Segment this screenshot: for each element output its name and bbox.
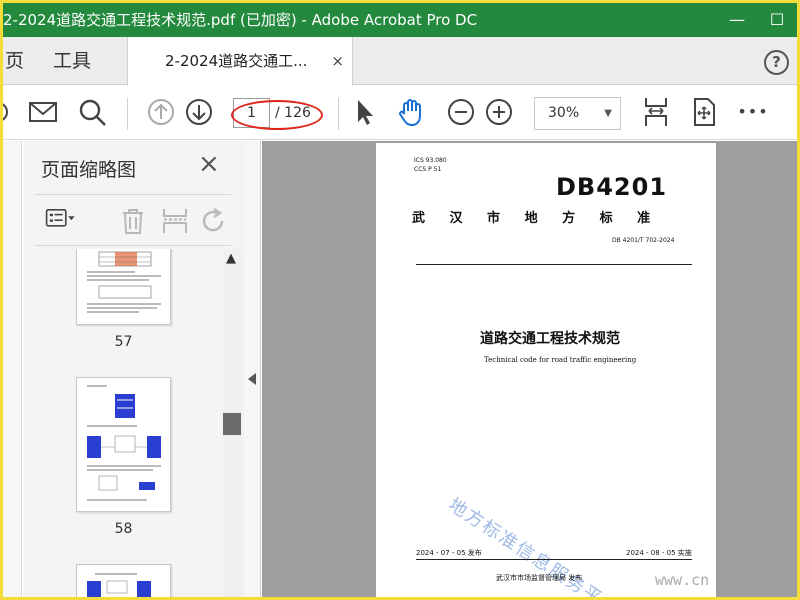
more-tools-button[interactable]: ••• bbox=[736, 95, 770, 129]
search-icon[interactable] bbox=[75, 95, 109, 129]
thumbnail-scrollbar[interactable]: ▲ bbox=[223, 249, 243, 597]
zoom-select[interactable]: 30% ▼ bbox=[534, 97, 621, 130]
toolbar: 1 / 126 30% ▼ ••• bbox=[3, 86, 797, 140]
extract-pages-icon[interactable] bbox=[159, 205, 191, 237]
chevron-left-icon bbox=[248, 373, 256, 385]
navigation-strip bbox=[3, 141, 22, 597]
thumbnail-panel: 页面缩略图 × 57 58 ▲ bbox=[23, 141, 245, 597]
header-rule bbox=[416, 264, 692, 265]
window-title: 2-2024道路交通工程技术规范.pdf (已加密) - Adobe Acrob… bbox=[3, 11, 478, 29]
issuer: 武汉市市场监督管理局 发布 bbox=[496, 574, 583, 582]
scrollbar-thumb[interactable] bbox=[223, 413, 241, 435]
thumbnail-page-number: 57 bbox=[114, 334, 133, 350]
title-chinese: 道路交通工程技术规范 bbox=[480, 331, 620, 347]
document-viewer[interactable]: ICS 93.080 CCS P 51 DB4201 武 汉 市 地 方 标 准… bbox=[262, 141, 797, 597]
select-cursor-icon[interactable] bbox=[347, 95, 381, 129]
standard-number: DB 4201/T 702-2024 bbox=[612, 237, 675, 244]
pdf-page: ICS 93.080 CCS P 51 DB4201 武 汉 市 地 方 标 准… bbox=[376, 143, 716, 597]
full-screen-icon[interactable] bbox=[687, 95, 721, 129]
minimize-button[interactable]: — bbox=[717, 3, 757, 37]
implementation-date: 2024 - 08 - 05 实施 bbox=[626, 549, 692, 557]
fit-width-icon[interactable] bbox=[639, 95, 673, 129]
partial-icon[interactable] bbox=[3, 95, 15, 129]
acrobat-window: 2-2024道路交通工程技术规范.pdf (已加密) - Adobe Acrob… bbox=[3, 3, 797, 597]
footer-rule bbox=[416, 559, 692, 560]
zoom-out-icon[interactable] bbox=[444, 95, 478, 129]
thumbnail-page[interactable] bbox=[76, 377, 171, 512]
title-english: Technical code for road traffic engineer… bbox=[484, 356, 637, 364]
thumbnail-page[interactable] bbox=[76, 564, 171, 597]
help-icon[interactable]: ? bbox=[764, 50, 789, 75]
toolbar-divider bbox=[127, 98, 128, 130]
tab-document[interactable]: 2-2024道路交通工... × bbox=[127, 37, 353, 86]
chevron-down-icon: ▼ bbox=[604, 108, 612, 119]
standard-code: DB4201 bbox=[556, 173, 668, 201]
collapse-panel-handle[interactable] bbox=[245, 141, 261, 597]
delete-icon[interactable] bbox=[117, 205, 149, 237]
next-page-icon[interactable] bbox=[182, 95, 216, 129]
zoom-in-icon[interactable] bbox=[482, 95, 516, 129]
panel-toolbar bbox=[35, 194, 231, 246]
previous-page-icon[interactable] bbox=[144, 95, 178, 129]
ccs-code: CCS P 51 bbox=[414, 166, 442, 173]
email-icon[interactable] bbox=[26, 95, 60, 129]
document-tab-label: 2-2024道路交通工... bbox=[165, 52, 308, 70]
tab-tools[interactable]: 工具 bbox=[53, 37, 91, 85]
close-panel-button[interactable]: × bbox=[198, 149, 220, 179]
rotate-icon[interactable] bbox=[197, 205, 229, 237]
tab-home[interactable]: 页 bbox=[5, 37, 24, 85]
site-watermark: www.cn bbox=[655, 571, 710, 589]
ics-code: ICS 93.080 bbox=[414, 157, 447, 164]
standard-region: 武 汉 市 地 方 标 准 bbox=[412, 211, 661, 226]
tab-bar: 页 工具 2-2024道路交通工... × ? bbox=[3, 37, 797, 86]
zoom-value: 30% bbox=[548, 105, 580, 121]
thumbnail-list: 57 58 bbox=[23, 249, 223, 597]
thumbnail-page[interactable] bbox=[76, 249, 171, 325]
scroll-up-icon[interactable]: ▲ bbox=[226, 251, 236, 266]
thumbnail-page-number: 58 bbox=[114, 521, 133, 537]
title-bar: 2-2024道路交通工程技术规范.pdf (已加密) - Adobe Acrob… bbox=[3, 3, 797, 37]
red-annotation-circle bbox=[231, 100, 323, 130]
thumbnail-options-icon[interactable] bbox=[45, 205, 77, 237]
issue-date: 2024 - 07 - 05 发布 bbox=[416, 549, 482, 557]
maximize-button[interactable]: ☐ bbox=[757, 3, 797, 37]
close-tab-button[interactable]: × bbox=[331, 37, 344, 85]
toolbar-divider bbox=[338, 98, 339, 130]
panel-title: 页面缩略图 bbox=[41, 159, 137, 181]
hand-tool-icon[interactable] bbox=[395, 95, 429, 129]
